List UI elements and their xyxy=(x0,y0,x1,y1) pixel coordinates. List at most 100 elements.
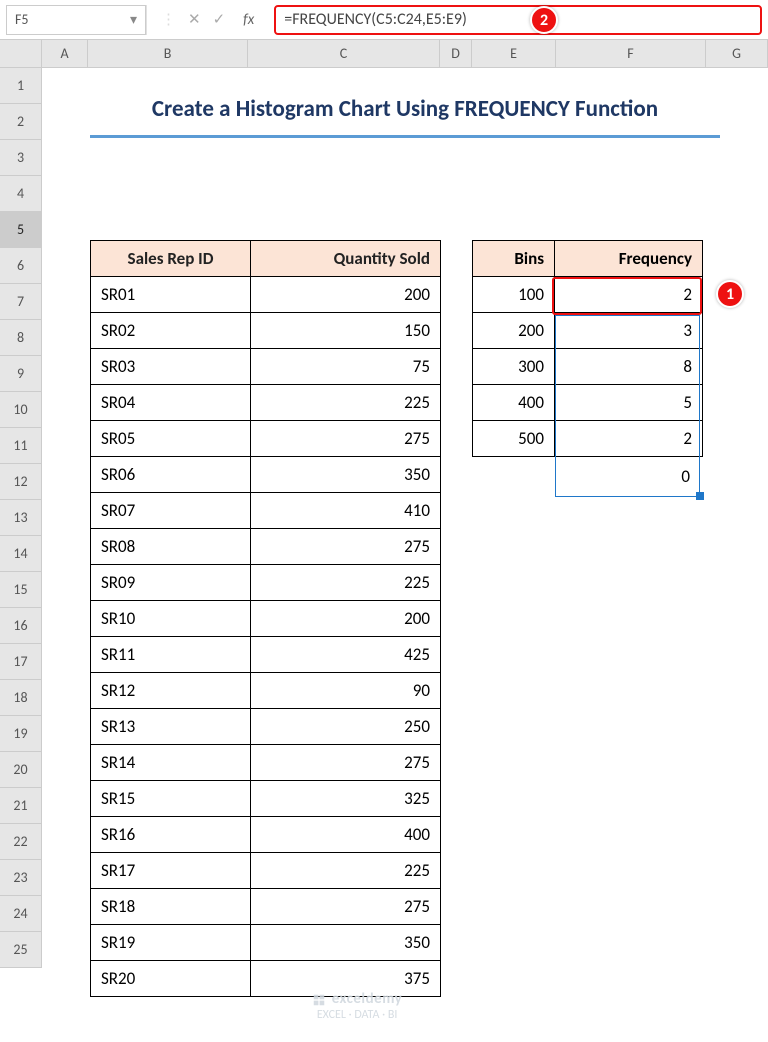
cancel-icon[interactable]: ✕ xyxy=(188,10,201,29)
quantity-cell[interactable]: 350 xyxy=(251,925,441,961)
sales-rep-cell[interactable]: SR04 xyxy=(91,385,251,421)
bin-cell[interactable]: 400 xyxy=(473,385,555,421)
table-row: SR13250 xyxy=(91,709,441,745)
column-header-G[interactable]: G xyxy=(706,40,768,67)
frequency-cell[interactable]: 5 xyxy=(555,385,703,421)
fx-icon[interactable]: fx xyxy=(243,11,254,29)
sales-rep-cell[interactable]: SR10 xyxy=(91,601,251,637)
sales-rep-header[interactable]: Sales Rep ID xyxy=(91,241,251,277)
column-header-F[interactable]: F xyxy=(556,40,706,67)
sales-rep-cell[interactable]: SR15 xyxy=(91,781,251,817)
name-box[interactable]: F5 ▾ xyxy=(6,5,146,35)
row-header-14[interactable]: 14 xyxy=(0,536,41,572)
sales-rep-cell[interactable]: SR20 xyxy=(91,961,251,997)
frequency-cell[interactable]: 8 xyxy=(555,349,703,385)
quantity-cell[interactable]: 225 xyxy=(251,565,441,601)
row-header-10[interactable]: 10 xyxy=(0,392,41,428)
sales-rep-cell[interactable]: SR07 xyxy=(91,493,251,529)
quantity-cell[interactable]: 200 xyxy=(251,601,441,637)
sales-rep-cell[interactable]: SR19 xyxy=(91,925,251,961)
formula-input[interactable]: =FREQUENCY(C5:C24,E5:E9) xyxy=(274,5,762,35)
overflow-frequency-cell[interactable]: 0 xyxy=(555,460,700,496)
quantity-cell[interactable]: 250 xyxy=(251,709,441,745)
sales-rep-cell[interactable]: SR18 xyxy=(91,889,251,925)
row-header-19[interactable]: 19 xyxy=(0,716,41,752)
row-header-24[interactable]: 24 xyxy=(0,896,41,932)
sales-rep-cell[interactable]: SR12 xyxy=(91,673,251,709)
row-header-4[interactable]: 4 xyxy=(0,176,41,212)
row-header-9[interactable]: 9 xyxy=(0,356,41,392)
column-header-D[interactable]: D xyxy=(440,40,472,67)
row-header-21[interactable]: 21 xyxy=(0,788,41,824)
sales-rep-cell[interactable]: SR01 xyxy=(91,277,251,313)
sales-rep-cell[interactable]: SR03 xyxy=(91,349,251,385)
frequency-header[interactable]: Frequency xyxy=(555,241,703,277)
row-header-8[interactable]: 8 xyxy=(0,320,41,356)
quantity-cell[interactable]: 425 xyxy=(251,637,441,673)
sales-rep-cell[interactable]: SR09 xyxy=(91,565,251,601)
bin-cell[interactable]: 200 xyxy=(473,313,555,349)
column-header-B[interactable]: B xyxy=(88,40,248,67)
row-header-20[interactable]: 20 xyxy=(0,752,41,788)
row-header-11[interactable]: 11 xyxy=(0,428,41,464)
sales-rep-cell[interactable]: SR17 xyxy=(91,853,251,889)
quantity-cell[interactable]: 275 xyxy=(251,529,441,565)
quantity-cell[interactable]: 225 xyxy=(251,853,441,889)
quantity-cell[interactable]: 75 xyxy=(251,349,441,385)
row-header-18[interactable]: 18 xyxy=(0,680,41,716)
table-row: SR15325 xyxy=(91,781,441,817)
quantity-cell[interactable]: 400 xyxy=(251,817,441,853)
row-header-15[interactable]: 15 xyxy=(0,572,41,608)
row-header-17[interactable]: 17 xyxy=(0,644,41,680)
column-header-E[interactable]: E xyxy=(472,40,556,67)
quantity-cell[interactable]: 275 xyxy=(251,889,441,925)
select-all-corner[interactable] xyxy=(0,40,42,67)
cells-area[interactable]: Create a Histogram Chart Using FREQUENCY… xyxy=(42,68,768,968)
bin-cell[interactable]: 100 xyxy=(473,277,555,313)
quantity-cell[interactable]: 275 xyxy=(251,745,441,781)
name-box-dropdown-icon[interactable]: ▾ xyxy=(130,11,137,28)
bin-cell[interactable]: 500 xyxy=(473,421,555,457)
sales-rep-cell[interactable]: SR02 xyxy=(91,313,251,349)
row-header-13[interactable]: 13 xyxy=(0,500,41,536)
frequency-cell[interactable]: 2 xyxy=(555,421,703,457)
bins-header[interactable]: Bins xyxy=(473,241,555,277)
column-header-C[interactable]: C xyxy=(248,40,440,67)
row-header-3[interactable]: 3 xyxy=(0,140,41,176)
sales-rep-cell[interactable]: SR08 xyxy=(91,529,251,565)
sales-rep-cell[interactable]: SR14 xyxy=(91,745,251,781)
row-header-12[interactable]: 12 xyxy=(0,464,41,500)
sales-rep-cell[interactable]: SR11 xyxy=(91,637,251,673)
quantity-cell[interactable]: 225 xyxy=(251,385,441,421)
row-header-23[interactable]: 23 xyxy=(0,860,41,896)
table-row: SR04225 xyxy=(91,385,441,421)
quantity-cell[interactable]: 90 xyxy=(251,673,441,709)
quantity-cell[interactable]: 325 xyxy=(251,781,441,817)
table-row: SR06350 xyxy=(91,457,441,493)
quantity-cell[interactable]: 275 xyxy=(251,421,441,457)
bin-cell[interactable]: 300 xyxy=(473,349,555,385)
row-header-5[interactable]: 5 xyxy=(0,212,41,248)
sales-rep-cell[interactable]: SR13 xyxy=(91,709,251,745)
row-header-25[interactable]: 25 xyxy=(0,932,41,968)
confirm-icon[interactable]: ✓ xyxy=(213,10,226,29)
frequency-cell[interactable]: 3 xyxy=(555,313,703,349)
sales-rep-cell[interactable]: SR06 xyxy=(91,457,251,493)
row-header-2[interactable]: 2 xyxy=(0,104,41,140)
sales-rep-cell[interactable]: SR16 xyxy=(91,817,251,853)
table-row: SR16400 xyxy=(91,817,441,853)
frequency-cell[interactable]: 2 xyxy=(555,277,703,313)
row-header-7[interactable]: 7 xyxy=(0,284,41,320)
quantity-cell[interactable]: 200 xyxy=(251,277,441,313)
row-header-1[interactable]: 1 xyxy=(0,68,41,104)
sales-rep-cell[interactable]: SR05 xyxy=(91,421,251,457)
column-header-A[interactable]: A xyxy=(42,40,88,67)
row-header-22[interactable]: 22 xyxy=(0,824,41,860)
table-row: SR0375 xyxy=(91,349,441,385)
row-header-6[interactable]: 6 xyxy=(0,248,41,284)
quantity-cell[interactable]: 410 xyxy=(251,493,441,529)
quantity-cell[interactable]: 350 xyxy=(251,457,441,493)
row-header-16[interactable]: 16 xyxy=(0,608,41,644)
quantity-cell[interactable]: 150 xyxy=(251,313,441,349)
quantity-header[interactable]: Quantity Sold xyxy=(251,241,441,277)
